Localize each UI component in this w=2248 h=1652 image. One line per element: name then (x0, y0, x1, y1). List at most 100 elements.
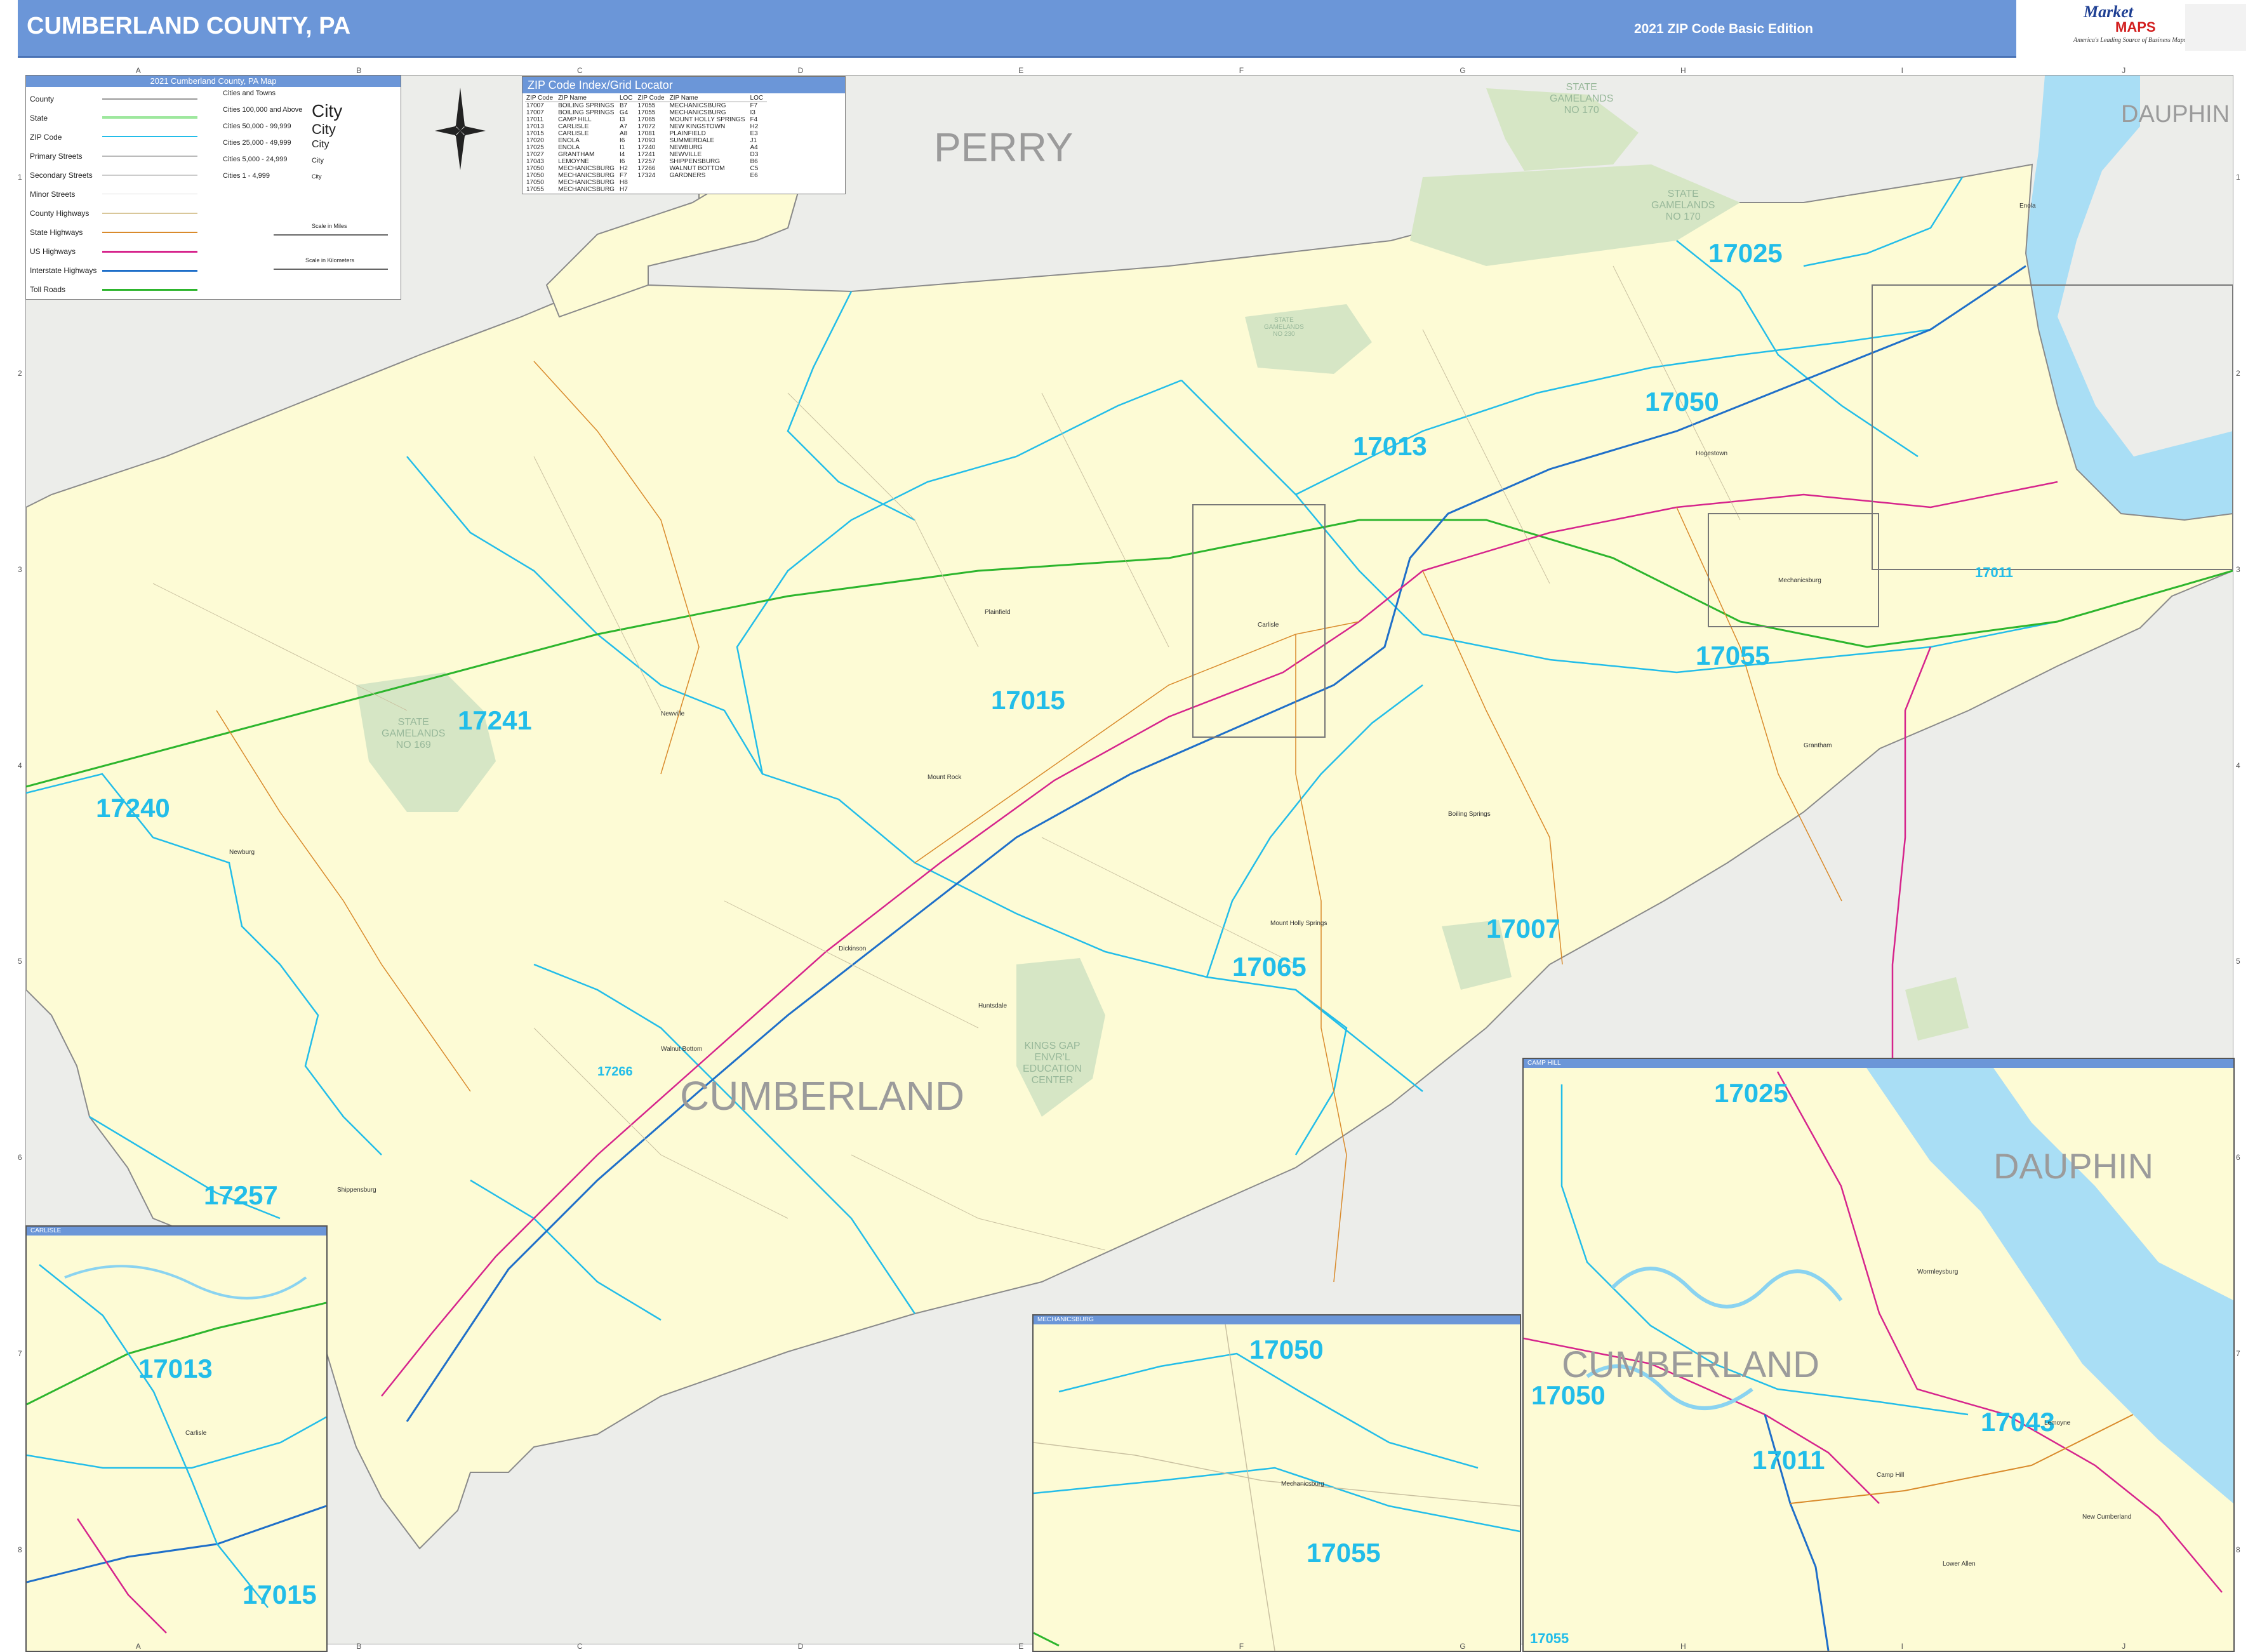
legend-item-county: County (30, 95, 55, 103)
legend-title: 2021 Cumberland County, PA Map (26, 76, 401, 87)
zip-index-cell: 17007 (526, 102, 544, 109)
zip-index-cell: E6 (750, 172, 758, 179)
inset-county-cumberland: CUMBERLAND (1562, 1344, 1820, 1385)
zip-index-cell: D3 (750, 151, 759, 158)
zip-index-cell: ENOLA (558, 144, 580, 151)
grid-column-label: G (1460, 1642, 1466, 1651)
zip-index-cell: 17027 (526, 151, 544, 158)
legend-scale-km: Scale in Kilometers (305, 257, 355, 263)
gameland-label-169: STATE GAMELANDS NO 169 (382, 717, 446, 750)
zip-index-table: ZIP Code ZIP Name LOC ZIP Code ZIP Name … (525, 95, 768, 193)
grid-row-label: 2 (18, 369, 22, 378)
grid-column-label: D (797, 66, 804, 75)
grid-row-label: 5 (2236, 957, 2240, 966)
inset-mechanicsburg[interactable]: MECHANICSBURG 17050 17055 Mechanicsburg (1032, 1314, 1521, 1652)
zip-index-row: 17007 BOILING SPRINGS B7 17055 MECHANICSBURG… (525, 102, 767, 110)
zip-index-cell: 17050 (526, 172, 544, 179)
zip-index-cell: MECHANICSBURG (558, 172, 615, 179)
legend-item-interstate: Interstate Highways (30, 266, 97, 275)
zip-label-17015: 17015 (991, 685, 1065, 715)
legend-sym-zip (102, 136, 197, 137)
zip-index-cell: CAMP HILL (558, 116, 592, 123)
legend-item-state-hwy: State Highways (30, 228, 83, 237)
zip-index-row: 17015 CARLISLE A8 17081 PLAINFIELD E3 (525, 130, 767, 137)
zip-index-cell: H7 (619, 186, 628, 193)
zip-index-cell: CARLISLE (558, 123, 589, 130)
inset-new-cumberland: New Cumberland (2082, 1514, 2132, 1521)
zip-index-cell: MECHANICSBURG (558, 186, 615, 193)
town-mount-rock: Mount Rock (928, 774, 962, 781)
inset-carlisle-town: Carlisle (185, 1430, 207, 1437)
town-shippensburg: Shippensburg (337, 1187, 376, 1194)
inset-mech-zip-17055: 17055 (1307, 1538, 1381, 1568)
zip-index-cell (637, 186, 668, 193)
zip-index-cell: 17081 (637, 130, 656, 137)
legend-scale-bar-miles (274, 234, 388, 236)
zip-label-17050: 17050 (1645, 387, 1719, 416)
market-maps-logo[interactable]: Market MAPS America's Leading Source of … (2068, 1, 2186, 52)
town-hogestown: Hogestown (1696, 450, 1728, 457)
inset-mech-town: Mechanicsburg (1281, 1481, 1324, 1488)
inset-camp-hill-title: CAMP HILL (1524, 1059, 2233, 1068)
grid-row-label: 5 (18, 957, 22, 966)
town-enola: Enola (2019, 203, 2036, 210)
zip-index-row: 17050 MECHANICSBURG H8 (525, 179, 767, 186)
legend-item-primary: Primary Streets (30, 152, 83, 161)
inset-lemoyne: Lemoyne (2044, 1420, 2071, 1427)
zip-index-cell: 17025 (526, 144, 544, 151)
zip-index-cell: NEWBURG (669, 144, 703, 151)
zip-index-row: 17011 CAMP HILL I3 17065 MOUNT HOLLY SPRINGS… (525, 116, 767, 123)
zip-index-cell (668, 179, 749, 186)
zip-index-row: 17027 GRANTHAM I4 17241 NEWVILLE D3 (525, 151, 767, 158)
zip-index-cell: BOILING SPRINGS (558, 109, 615, 116)
zip-index-cell: G4 (619, 109, 629, 116)
compass-rose-icon (435, 88, 486, 170)
grid-row-label: 7 (2236, 1349, 2240, 1358)
zip-index-row: 17050 MECHANICSBURG F7 17324 GARDNERS E6 (525, 172, 767, 179)
zip-index-cell: I6 (619, 158, 625, 165)
zip-index-cell: A7 (619, 123, 628, 130)
zip-index-cell: GRANTHAM (558, 151, 595, 158)
grid-column-label: A (135, 66, 141, 75)
zip-index-row: 17050 MECHANICSBURG H2 17266 WALNUT BOTTOM C5 (525, 165, 767, 172)
grid-column-label: B (356, 1642, 362, 1651)
zip-label-17013: 17013 (1353, 431, 1427, 461)
gameland-york (1905, 977, 1969, 1041)
zip-index-cell: SHIPPENSBURG (669, 158, 721, 165)
town-huntsdale: Huntsdale (978, 1003, 1008, 1009)
grid-column-label: E (1018, 1642, 1024, 1651)
grid-column-label: A (135, 1642, 141, 1651)
zip-index-cell: 17050 (526, 179, 544, 186)
legend-sym-secondary (102, 175, 197, 176)
zip-index-cell: F7 (750, 102, 758, 109)
inset-lower-allen: Lower Allen (1943, 1561, 1976, 1568)
map-title: CUMBERLAND COUNTY, PA (27, 13, 351, 39)
zip-index-col: ZIP Name (668, 95, 749, 102)
gameland-label-230: STATE GAMELANDS NO 230 (1264, 317, 1304, 338)
legend-city-1: Cities 1 - 4,999 (223, 172, 270, 180)
zip-index-col: LOC (618, 95, 637, 102)
grid-row-label: 2 (2236, 369, 2240, 378)
inset-camp-hill[interactable]: CAMP HILL DAUPHIN CUMBERLAND 17025 17050… (1522, 1058, 2235, 1652)
zip-label-17055: 17055 (1696, 641, 1770, 670)
zip-index-row: 17025 ENOLA I1 17240 NEWBURG A4 (525, 144, 767, 151)
zip-index-row: 17043 LEMOYNE I6 17257 SHIPPENSBURG B6 (525, 158, 767, 165)
grid-row-label: 3 (18, 564, 22, 574)
gameland-label-170a: STATE GAMELANDS NO 170 (1550, 82, 1614, 116)
zip-index-cell: SUMMERDALE (669, 137, 715, 144)
zip-index-cell: BOILING SPRINGS (558, 102, 615, 109)
grid-row-label: 7 (18, 1349, 22, 1358)
zip-index-cell: F4 (750, 116, 758, 123)
zip-index-body: 17007 BOILING SPRINGS B7 17055 MECHANICSBURG… (525, 102, 767, 193)
inset-mech-zip-17050: 17050 (1249, 1335, 1324, 1364)
legend-sym-us-hwy (102, 251, 197, 253)
inset-camp-zip-17055: 17055 (1530, 1630, 1569, 1646)
map-edition: 2021 ZIP Code Basic Edition (1633, 22, 1813, 36)
zip-index-cell: 17055 (526, 186, 544, 193)
gameland-label-170b: STATE GAMELANDS NO 170 (1651, 189, 1715, 222)
grid-column-label: C (577, 1642, 583, 1651)
grid-column-label: G (1460, 66, 1466, 75)
legend-item-secondary: Secondary Streets (30, 171, 93, 180)
inset-carlisle[interactable]: CARLISLE 17013 17015 Carlisle (25, 1225, 328, 1652)
legend-item-toll: Toll Roads (30, 285, 66, 294)
